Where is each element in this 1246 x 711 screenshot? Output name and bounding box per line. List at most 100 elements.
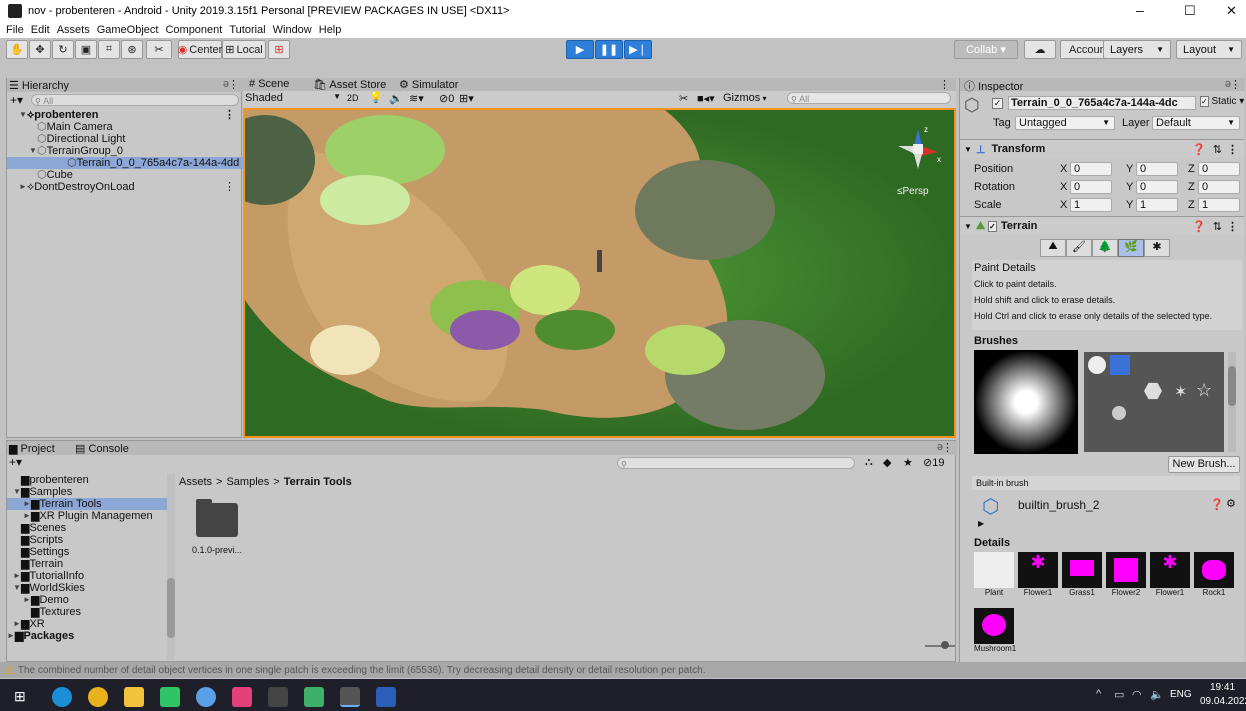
breadcrumb-item[interactable]: Samples	[226, 476, 269, 490]
kebab-menu-icon[interactable]: ⋮	[228, 78, 239, 91]
shading-dropdown[interactable]: Shaded ▼	[245, 92, 341, 104]
create-button[interactable]: +▾	[10, 93, 23, 107]
custom-tool-button[interactable]: ✂	[146, 40, 172, 59]
tray-wifi-icon[interactable]: ◠	[1132, 688, 1142, 701]
app-icon-2[interactable]	[304, 687, 324, 707]
rect-tool-button[interactable]: ⌗	[98, 40, 120, 59]
unity-editor-icon[interactable]	[340, 687, 360, 707]
brush-scrollbar[interactable]	[1228, 352, 1236, 452]
project-item-terrain-tools[interactable]: ► ▆ Terrain Tools	[7, 498, 167, 510]
detail-item-rock1[interactable]: Rock1	[1194, 552, 1234, 602]
terrain-enabled-checkbox[interactable]: ✓	[988, 220, 997, 232]
audio-toggle-icon[interactable]: 🔈	[389, 92, 403, 105]
tab-console[interactable]: ▤ Console	[75, 442, 129, 455]
orientation-gizmo[interactable]: z x	[893, 124, 943, 174]
kebab-menu-icon[interactable]: ⋮	[939, 78, 950, 91]
paint-trees-tool-icon[interactable]: 🌲	[1092, 239, 1118, 257]
new-brush-button[interactable]: New Brush...	[1168, 456, 1240, 473]
project-item-terrain[interactable]: ▆ Terrain	[7, 558, 167, 570]
help-icon[interactable]: ❓	[1210, 498, 1224, 511]
position-z-field[interactable]: 0	[1198, 161, 1240, 176]
brush-item[interactable]	[1144, 382, 1162, 400]
scale-z-field[interactable]: 1	[1198, 197, 1240, 212]
tab-scene[interactable]: # Scene	[249, 78, 289, 90]
hierarchy-tab[interactable]: ☰ Hierarchy	[9, 79, 69, 92]
collab-button[interactable]: Collab ▾	[954, 40, 1018, 59]
project-item-scenes[interactable]: ▆ Scenes	[7, 522, 167, 534]
file-explorer-icon[interactable]	[124, 687, 144, 707]
project-item-tutorialinfo[interactable]: ► ▆ TutorialInfo	[7, 570, 167, 582]
create-button[interactable]: +▾	[9, 455, 22, 469]
preset-icon[interactable]: ⇅	[1213, 143, 1222, 156]
lighting-toggle-icon[interactable]: 💡	[369, 91, 383, 104]
project-item-settings[interactable]: ▆ Settings	[7, 546, 167, 558]
hierarchy-search-input[interactable]: ⚲ All	[31, 94, 239, 106]
menu-assets[interactable]: Assets	[57, 24, 90, 36]
tree-item-terraingroup[interactable]: ▼ ⬡ TerrainGroup_0	[7, 145, 243, 157]
filter-label-icon[interactable]: ◆	[883, 456, 891, 469]
hidden-objects-icon[interactable]: ⊘0	[439, 92, 454, 105]
rotation-z-field[interactable]: 0	[1198, 179, 1240, 194]
edge-icon[interactable]	[52, 687, 72, 707]
filter-type-icon[interactable]: ⛬	[865, 456, 873, 469]
inspector-tab[interactable]: ⓘ Inspector	[964, 78, 1023, 94]
breadcrumb-item-current[interactable]: Terrain Tools	[284, 476, 352, 490]
menu-edit[interactable]: Edit	[31, 24, 50, 36]
menu-help[interactable]: Help	[319, 24, 342, 36]
tree-item-terrain[interactable]: ⬡ Terrain_0_0_765a4c7a-144a-4dd	[7, 157, 243, 169]
project-tree-scrollbar[interactable]	[167, 474, 175, 660]
status-bar[interactable]: ⚠ The combined number of detail object v…	[0, 662, 1246, 678]
scene-search-input[interactable]: ⚲ All	[787, 92, 951, 104]
preset-icon[interactable]: ⇅	[1213, 220, 1222, 233]
windows-start-icon[interactable]: ⊞	[14, 688, 26, 705]
detail-item-flower2[interactable]: Flower2	[1106, 552, 1146, 602]
word-icon[interactable]	[376, 687, 396, 707]
maximize-button[interactable]: ☐	[1184, 3, 1196, 19]
foldout-arrow[interactable]: ▶	[978, 519, 984, 528]
effects-dropdown-icon[interactable]: ≋▾	[409, 92, 424, 105]
tray-chevron-icon[interactable]: ^	[1096, 688, 1101, 700]
intellij-icon[interactable]	[232, 687, 252, 707]
kebab-menu-icon[interactable]: ⋮	[1227, 220, 1238, 233]
star-brush-icon[interactable]: ☆	[1196, 380, 1212, 401]
pivot-local-button[interactable]: ⊞ Local	[222, 40, 266, 59]
menu-file[interactable]: File	[6, 24, 24, 36]
rotation-x-field[interactable]: 0	[1070, 179, 1112, 194]
menu-component[interactable]: Component	[165, 24, 222, 36]
project-item-xr[interactable]: ► ▆ XR	[7, 618, 167, 630]
unity-hub-icon[interactable]	[268, 687, 288, 707]
persp-label[interactable]: ≤Persp	[897, 186, 929, 197]
tools-icon[interactable]: ✂	[679, 92, 688, 105]
help-icon[interactable]: ❓	[1192, 220, 1206, 233]
menu-gameobject[interactable]: GameObject	[97, 24, 159, 36]
project-item-samples[interactable]: ▼ ▆ Samples	[7, 486, 167, 498]
scale-x-field[interactable]: 1	[1070, 197, 1112, 212]
active-checkbox[interactable]: ✓	[992, 98, 1003, 109]
kebab-menu-icon[interactable]: ⋮	[942, 441, 953, 454]
layout-control[interactable]: Layout ▼	[1176, 40, 1242, 59]
raise-terrain-tool-icon[interactable]: ⛰	[1040, 239, 1066, 257]
pause-button[interactable]: ❚❚	[595, 40, 623, 59]
minimize-button[interactable]: –	[1136, 2, 1144, 18]
asset-folder[interactable]: 0.1.0-previ...	[187, 499, 247, 563]
zoom-slider[interactable]	[925, 641, 955, 649]
kebab-menu-icon[interactable]: ⋮	[224, 109, 235, 121]
tree-item-scene[interactable]: ▼ ⟡ probenteren ⋮	[7, 109, 243, 121]
menu-window[interactable]: Window	[273, 24, 312, 36]
project-item-xr-plugin[interactable]: ► ▆ XR Plugin Managemen	[7, 510, 167, 522]
position-y-field[interactable]: 0	[1136, 161, 1178, 176]
project-item-packages[interactable]: ► ▆ Packages	[7, 630, 167, 642]
kebab-menu-icon[interactable]: ⋮	[1230, 78, 1241, 91]
clock-time[interactable]: 19:41	[1210, 682, 1235, 693]
terrain-settings-tool-icon[interactable]: ✱	[1144, 239, 1170, 257]
tab-asset-store[interactable]: 🛍 Asset Store	[313, 78, 386, 91]
menu-tutorial[interactable]: Tutorial	[229, 24, 265, 36]
tray-volume-icon[interactable]: 🔈	[1150, 688, 1164, 701]
paint-texture-tool-icon[interactable]: 🖌	[1066, 239, 1092, 257]
transform-tool-button[interactable]: ⊛	[121, 40, 143, 59]
project-search-input[interactable]: ⚲	[617, 457, 855, 469]
help-icon[interactable]: ❓	[1192, 143, 1206, 156]
kebab-menu-icon[interactable]: ⋮	[224, 181, 235, 193]
scale-y-field[interactable]: 1	[1136, 197, 1178, 212]
grid-snap-button[interactable]: ⊞	[268, 40, 290, 59]
